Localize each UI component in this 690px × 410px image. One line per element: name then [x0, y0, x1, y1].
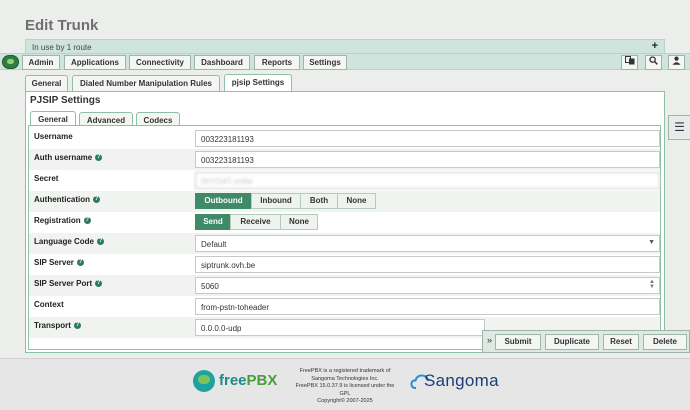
- freepbx-logo-icon[interactable]: [2, 55, 19, 69]
- nav-connectivity[interactable]: Connectivity: [129, 55, 191, 70]
- pjsip-settings-panel: PJSIP Settings General Advanced Codecs U…: [25, 91, 665, 353]
- transport-field[interactable]: 0.0.0.0-udp: [195, 319, 485, 336]
- tab-general[interactable]: General: [25, 75, 68, 91]
- help-icon[interactable]: ?: [95, 280, 103, 288]
- action-bar: » Submit Duplicate Reset Delete: [482, 330, 690, 353]
- authentication-both[interactable]: Both: [300, 193, 338, 209]
- expand-icon[interactable]: +: [652, 40, 658, 52]
- language-code-row: Language Code? Default ▼: [29, 233, 660, 254]
- collapse-chevron-icon[interactable]: »: [487, 335, 492, 345]
- language-code-label: Language Code?: [34, 237, 105, 246]
- spinner-icon[interactable]: ▲ ▼: [649, 279, 655, 290]
- footer: freePBX FreePBX is a registered trademar…: [0, 358, 690, 410]
- help-icon[interactable]: ?: [76, 259, 84, 267]
- help-icon[interactable]: ?: [93, 196, 100, 204]
- submit-button[interactable]: Submit: [495, 334, 541, 350]
- duplicate-button[interactable]: Duplicate: [545, 334, 599, 350]
- help-icon[interactable]: ?: [73, 322, 81, 330]
- freepbx-logo-icon: [193, 370, 215, 392]
- nav-applications[interactable]: Applications: [64, 55, 126, 70]
- sangoma-wordmark: Sangoma: [424, 371, 499, 390]
- nav-admin[interactable]: Admin: [22, 55, 60, 70]
- auth-username-row: Auth username? 003223181193: [29, 149, 660, 170]
- tab-pjsip-settings[interactable]: pjsip Settings: [224, 74, 292, 91]
- authentication-none[interactable]: None: [337, 193, 376, 209]
- transport-label: Transport?: [34, 321, 81, 330]
- secret-field[interactable]: 0HYD4T-xn9w: [195, 172, 660, 189]
- sip-server-port-field[interactable]: 5060 ▲ ▼: [195, 277, 660, 294]
- registration-label: Registration?: [34, 216, 91, 225]
- sip-server-row: SIP Server? siptrunk.ovh.be: [29, 254, 660, 275]
- general-settings-form: Username 003223181193 Auth username? 003…: [28, 125, 661, 350]
- chevron-down-icon: ▼: [648, 239, 655, 246]
- route-usage-bar[interactable]: In use by 1 route +: [25, 39, 665, 54]
- sip-server-field[interactable]: siptrunk.ovh.be: [195, 256, 660, 273]
- registration-send[interactable]: Send: [195, 214, 231, 230]
- panel-title: PJSIP Settings: [30, 95, 101, 106]
- sip-server-port-label: SIP Server Port?: [34, 279, 103, 288]
- nav-settings[interactable]: Settings: [303, 55, 347, 70]
- language-icon[interactable]: [621, 55, 638, 70]
- context-field[interactable]: from-pstn-toheader: [195, 298, 660, 315]
- help-icon[interactable]: ?: [83, 217, 91, 225]
- nav-reports[interactable]: Reports: [254, 55, 300, 70]
- secret-label: Secret: [34, 174, 59, 183]
- registration-receive[interactable]: Receive: [230, 214, 281, 230]
- sip-server-label: SIP Server?: [34, 258, 84, 267]
- username-label: Username: [34, 132, 73, 141]
- user-icon[interactable]: [668, 55, 685, 70]
- secret-row: Secret 0HYD4T-xn9w: [29, 170, 660, 191]
- help-icon[interactable]: ?: [97, 238, 105, 246]
- nav-dashboard[interactable]: Dashboard: [194, 55, 250, 70]
- authentication-inbound[interactable]: Inbound: [251, 193, 301, 209]
- reset-button[interactable]: Reset: [603, 334, 639, 350]
- list-icon: ☰: [674, 120, 685, 134]
- registration-row: Registration? Send Receive None: [29, 212, 660, 233]
- authentication-outbound[interactable]: Outbound: [195, 193, 252, 209]
- freepbx-wordmark: freePBX: [219, 372, 278, 389]
- authentication-label: Authentication?: [34, 195, 100, 204]
- username-field[interactable]: 003223181193: [195, 130, 660, 147]
- side-menu-toggle[interactable]: ☰: [668, 115, 690, 140]
- legal-notice: FreePBX is a registered trademark of San…: [295, 368, 395, 404]
- delete-button[interactable]: Delete: [643, 334, 687, 350]
- search-icon[interactable]: [645, 55, 662, 70]
- help-icon[interactable]: ?: [95, 154, 103, 162]
- tab-dialed-number-rules[interactable]: Dialed Number Manipulation Rules: [72, 75, 220, 91]
- context-label: Context: [34, 300, 64, 309]
- sip-server-port-row: SIP Server Port? 5060 ▲ ▼: [29, 275, 660, 296]
- auth-username-field[interactable]: 003223181193: [195, 151, 660, 168]
- authentication-row: Authentication? Outbound Inbound Both No…: [29, 191, 660, 212]
- registration-none[interactable]: None: [280, 214, 318, 230]
- language-code-select[interactable]: Default ▼: [195, 235, 660, 252]
- context-row: Context from-pstn-toheader: [29, 296, 660, 317]
- page-title: Edit Trunk: [25, 17, 99, 34]
- auth-username-label: Auth username?: [34, 153, 103, 162]
- top-navbar: Admin Applications Connectivity Dashboar…: [0, 53, 690, 70]
- route-usage-text: In use by 1 route: [32, 43, 92, 52]
- username-row: Username 003223181193: [29, 128, 660, 149]
